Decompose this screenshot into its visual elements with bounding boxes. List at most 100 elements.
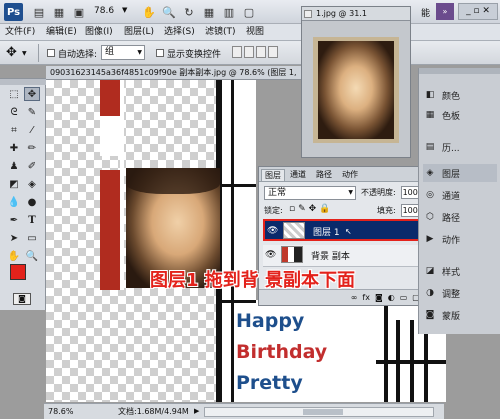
- visibility-eye-icon[interactable]: 👁: [265, 250, 276, 260]
- fx-icon[interactable]: fx: [362, 293, 370, 305]
- dock-grip[interactable]: [419, 68, 500, 74]
- shape-tool-icon[interactable]: ▭: [24, 231, 40, 245]
- visibility-eye-icon[interactable]: 👁: [267, 226, 278, 236]
- layer-thumbnail: [283, 222, 305, 239]
- red-strip-middle: [100, 170, 120, 290]
- menu-select[interactable]: 选择(S): [164, 26, 195, 39]
- blur-tool-icon[interactable]: 💧: [6, 195, 22, 209]
- pen-tool-icon[interactable]: ✒: [6, 213, 22, 227]
- tab-layers[interactable]: 图层: [261, 169, 285, 181]
- hand-tool-icon[interactable]: ✋: [140, 3, 158, 21]
- tab-actions[interactable]: 动作: [339, 169, 361, 181]
- layer-name: 图层 1: [313, 228, 340, 238]
- auto-select-dropdown[interactable]: 组 ▼: [101, 45, 145, 60]
- zoom-tool-icon[interactable]: 🔍: [160, 3, 178, 21]
- screen-mode-icon[interactable]: ▢: [240, 3, 258, 21]
- dock-actions[interactable]: ▶ 动作: [423, 230, 497, 248]
- status-zoom[interactable]: 78.6%: [48, 404, 73, 419]
- mask-icon[interactable]: ◙: [375, 293, 383, 305]
- align-bottom-icon[interactable]: [256, 46, 266, 58]
- dock-label: 样式: [442, 267, 461, 278]
- cs-live-icon[interactable]: »: [436, 3, 454, 20]
- dock-paths[interactable]: ⬡ 路径: [423, 208, 497, 226]
- horizontal-scrollbar[interactable]: [204, 407, 434, 417]
- menu-layer[interactable]: 图层(L): [124, 26, 154, 39]
- link-layers-icon[interactable]: ∞: [351, 293, 358, 305]
- foreground-color-swatch[interactable]: [10, 264, 26, 280]
- document-tab[interactable]: 09031623145a36f4851c09f90e 副本副本.jpg @ 78…: [46, 66, 302, 80]
- menu-file[interactable]: 文件(F): [5, 26, 35, 39]
- new-group-icon[interactable]: ▭: [400, 293, 408, 305]
- scrollbar-thumb[interactable]: [303, 409, 343, 415]
- chevron-down-icon[interactable]: ▼: [122, 6, 127, 14]
- chevron-down-icon[interactable]: ▼: [22, 50, 27, 57]
- dock-masks[interactable]: ◙ 蒙版: [423, 306, 497, 324]
- bridge-icon[interactable]: ▤: [30, 3, 48, 21]
- lock-label: 锁定:: [264, 206, 283, 215]
- layer-row-layer1[interactable]: 👁 图层 1 ↖: [263, 219, 437, 241]
- dock-label: 动作: [442, 235, 461, 246]
- dock-layers[interactable]: ◈ 图层: [423, 164, 497, 182]
- mini-bridge-icon[interactable]: ▦: [50, 3, 68, 21]
- cursor-icon: ↖: [345, 227, 352, 236]
- menu-filter[interactable]: 滤镜(T): [205, 26, 236, 39]
- clone-stamp-icon[interactable]: ♟: [6, 159, 22, 173]
- type-tool-icon[interactable]: T: [24, 213, 40, 227]
- eraser-tool-icon[interactable]: ◩: [6, 177, 22, 191]
- status-arrow-icon[interactable]: ▶: [194, 404, 199, 419]
- toolbox-grip[interactable]: [0, 79, 46, 85]
- show-transform-checkbox[interactable]: [156, 49, 164, 57]
- workspace-switcher[interactable]: 能: [421, 6, 430, 19]
- menu-image[interactable]: 图像(I): [85, 26, 113, 39]
- crop-tool-icon[interactable]: ⌗: [6, 123, 22, 137]
- blend-mode-value: 正常: [268, 188, 287, 198]
- healing-brush-icon[interactable]: ✚: [6, 141, 22, 155]
- grid-icon[interactable]: ▦: [200, 3, 218, 21]
- tab-channels[interactable]: 通道: [287, 169, 309, 181]
- view-extras-icon[interactable]: ▣: [70, 3, 88, 21]
- move-tool-icon[interactable]: ✥: [6, 45, 17, 60]
- quick-mask-icon[interactable]: ◙: [13, 293, 31, 305]
- layer-row-background-copy[interactable]: 👁 背景 副本: [263, 245, 437, 267]
- zoom-tool-icon[interactable]: 🔍: [24, 249, 40, 263]
- arrange-docs-icon[interactable]: ▥: [220, 3, 238, 21]
- auto-select-checkbox[interactable]: [47, 49, 55, 57]
- path-select-icon[interactable]: ➤: [6, 231, 22, 245]
- window-controls[interactable]: _ ▫ ✕: [458, 3, 498, 20]
- align-buttons: [232, 46, 294, 60]
- layer-name: 背景 副本: [311, 252, 350, 262]
- history-brush-icon[interactable]: ✐: [24, 159, 40, 173]
- align-left-icon[interactable]: [268, 46, 278, 58]
- menu-edit[interactable]: 编辑(E): [46, 26, 77, 39]
- dock-history[interactable]: ▤ 历...: [423, 138, 497, 156]
- quick-select-icon[interactable]: ✎: [24, 105, 40, 119]
- align-top-icon[interactable]: [232, 46, 242, 58]
- marquee-tool-icon[interactable]: ⬚: [6, 87, 22, 101]
- hand-tool-icon[interactable]: ✋: [6, 249, 22, 263]
- zoom-level[interactable]: 78.6: [94, 6, 114, 16]
- menu-view[interactable]: 视图: [246, 26, 264, 39]
- dock-channels[interactable]: ◎ 通道: [423, 186, 497, 204]
- lock-icons[interactable]: ▫✎✥🔒: [289, 204, 333, 214]
- paint-bucket-icon[interactable]: ◈: [24, 177, 40, 191]
- brush-tool-icon[interactable]: ✏: [24, 141, 40, 155]
- eyedropper-icon[interactable]: ⁄: [24, 123, 40, 137]
- text-pretty: Pretty: [236, 372, 303, 394]
- tab-paths[interactable]: 路径: [313, 169, 335, 181]
- dodge-tool-icon[interactable]: ●: [24, 195, 40, 209]
- blend-mode-dropdown[interactable]: 正常 ▼: [264, 186, 356, 200]
- align-vcenter-icon[interactable]: [244, 46, 254, 58]
- adjustment-icon[interactable]: ◐: [388, 293, 395, 305]
- photo-window-close-icon[interactable]: [304, 10, 312, 18]
- rotate-view-icon[interactable]: ↻: [180, 3, 198, 21]
- dock-styles[interactable]: ◪ 样式: [423, 262, 497, 280]
- dock-color[interactable]: ◧ 颜色: [423, 86, 497, 104]
- dock-swatches[interactable]: ▦ 色板: [423, 106, 497, 124]
- canvas[interactable]: [46, 80, 256, 402]
- photo-window-title[interactable]: 1.jpg @ 31.1: [302, 7, 410, 21]
- move-tool-icon[interactable]: ✥: [24, 87, 40, 101]
- auto-select-label: 自动选择:: [58, 50, 98, 60]
- lasso-tool-icon[interactable]: ᘓ: [6, 105, 22, 119]
- dock-adjustments[interactable]: ◑ 调整: [423, 284, 497, 302]
- photo-document-window[interactable]: 1.jpg @ 31.1: [301, 6, 411, 158]
